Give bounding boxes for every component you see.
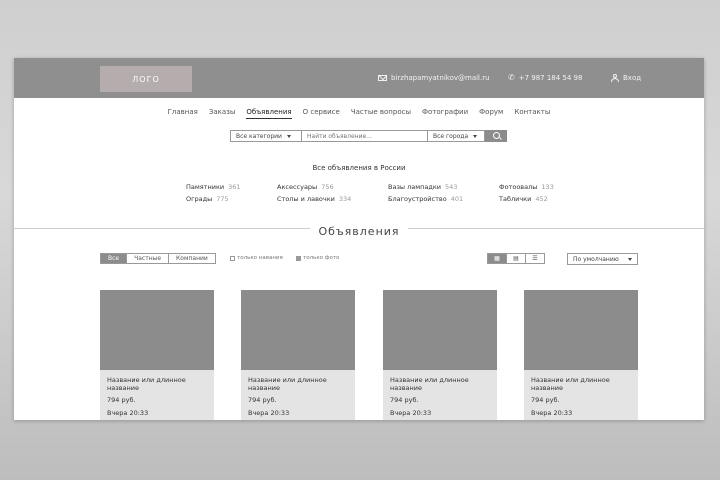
user-icon [611,74,619,82]
top-bar: ЛОГО birzhapamyatnikov@mail.ru ✆ +7 987 … [14,58,704,98]
search-bar: Все категории Все города [230,130,507,142]
login-button[interactable]: Вход [611,74,641,82]
page-frame: ЛОГО birzhapamyatnikov@mail.ru ✆ +7 987 … [14,58,704,420]
list-icon: ☰ [532,255,538,262]
category-count: 133 [541,183,554,191]
category-link[interactable]: Памятники 361 [186,183,277,191]
tab-all[interactable]: Все [101,254,128,263]
listing-title[interactable]: Название или длинное название [390,376,490,392]
list-view-button[interactable]: ☰ [525,253,545,264]
listing-image[interactable] [383,290,497,370]
nav-item-photos[interactable]: Фотографии [422,108,468,119]
listing-image[interactable] [524,290,638,370]
phone-icon: ✆ [508,73,515,82]
view-switcher: ▦ ▤ ☰ [487,253,545,264]
nav-item-home[interactable]: Главная [168,108,198,119]
grid-view-button[interactable]: ▦ [487,253,507,264]
category-count: 543 [445,183,458,191]
category-link[interactable]: Благоустройство 401 [388,195,499,203]
only-titles-label: только навания [237,255,283,261]
category-count: 334 [338,195,352,203]
phone-text: +7 987 184 54 98 [518,74,583,82]
listing-card[interactable]: Название или длинное название 794 руб. В… [524,290,638,420]
listing-card[interactable]: Название или длинное название 794 руб. В… [241,290,355,420]
email-link[interactable]: birzhapamyatnikov@mail.ru [378,74,490,82]
listing-time: Вчера 20:33 [248,409,290,417]
category-list: Памятники 361 Аксессуары 756 Вазы лампадки… [186,183,586,203]
listing-price: 794 руб. [390,396,419,404]
category-count: 775 [216,195,229,203]
category-count: 452 [535,195,548,203]
listing-image[interactable] [100,290,214,370]
seller-type-tabs: Все Частные Компании [100,253,216,264]
category-select[interactable]: Все категории [230,130,302,142]
chevron-down-icon [473,134,478,138]
listing-card[interactable]: Название или длинное название 794 руб. В… [100,290,214,420]
grid-icon: ▦ [494,255,500,262]
category-count: 401 [450,195,464,203]
category-link[interactable]: Таблички 452 [499,195,589,203]
main-nav: Главная Заказы Объявления О сервисе Част… [14,108,704,119]
listing-time: Вчера 20:33 [107,409,149,417]
listing-title[interactable]: Название или длинное название [248,376,348,392]
search-button[interactable] [485,130,507,142]
sort-select[interactable]: По умолчанию [567,253,638,265]
category-select-label: Все категории [236,132,282,140]
category-link[interactable]: Ограды 775 [186,195,277,203]
region-title: Все объявления в России [312,164,406,172]
listing-title[interactable]: Название или длинное название [531,376,631,392]
checkbox-box [230,255,235,261]
mail-icon [378,75,387,81]
tile-view-button[interactable]: ▤ [506,253,526,264]
category-link[interactable]: Фотоовалы 133 [499,183,589,191]
listing-price: 794 руб. [531,396,560,404]
chevron-down-icon [286,134,291,138]
city-select-label: Все города [433,132,469,140]
nav-item-about[interactable]: О сервисе [303,108,340,119]
login-label: Вход [623,74,642,82]
listing-time: Вчера 20:33 [390,409,432,417]
listing-time: Вчера 20:33 [531,409,573,417]
section-title: Объявления [310,225,408,238]
nav-item-forum[interactable]: Форум [479,108,503,119]
category-link[interactable]: Аксессуары 756 [277,183,388,191]
tab-private[interactable]: Частные [127,254,170,263]
category-link[interactable]: Столы и лавочки 334 [277,195,388,203]
section-heading: Объявления [14,220,704,239]
only-titles-checkbox[interactable]: только навания [230,255,283,261]
nav-item-listings[interactable]: Объявления [246,108,292,119]
email-text: birzhapamyatnikov@mail.ru [391,74,490,82]
listing-price: 794 руб. [107,396,136,404]
listing-title[interactable]: Название или длинное название [107,376,207,392]
phone-link[interactable]: ✆ +7 987 184 54 98 [508,73,583,83]
category-link[interactable]: Вазы лампадки 543 [388,183,499,191]
tab-companies[interactable]: Компании [169,254,215,263]
sort-label: По умолчанию [573,255,619,263]
only-photo-checkbox[interactable]: только фото [296,255,339,261]
nav-item-contacts[interactable]: Контакты [514,108,550,119]
nav-item-orders[interactable]: Заказы [209,108,236,119]
logo[interactable]: ЛОГО [100,66,192,92]
tiles-icon: ▤ [513,255,519,262]
chevron-down-icon [628,257,632,261]
category-count: 361 [228,183,241,191]
city-select[interactable]: Все города [427,130,485,142]
category-count: 756 [321,183,334,191]
listing-card[interactable]: Название или длинное название 794 руб. В… [383,290,497,420]
nav-item-faq[interactable]: Частые вопросы [351,108,411,119]
search-input[interactable] [302,130,427,142]
checkbox-box-checked [296,255,301,261]
only-photo-label: только фото [303,255,340,261]
listing-price: 794 руб. [248,396,277,404]
listing-image[interactable] [241,290,355,370]
